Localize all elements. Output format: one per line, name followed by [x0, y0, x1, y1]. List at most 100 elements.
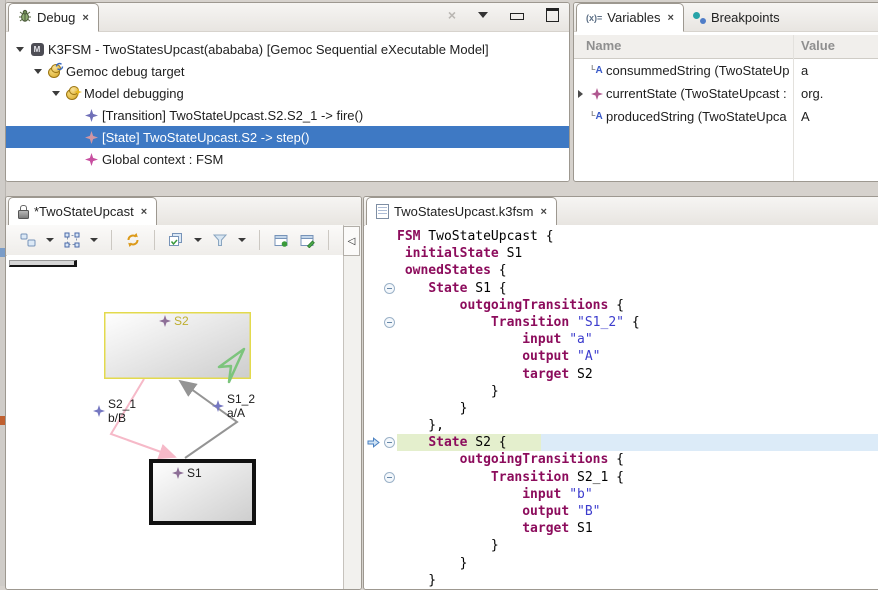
- tab-k3fsm-file[interactable]: TwoStatesUpcast.k3fsm: [366, 197, 557, 226]
- transition-label-S1_2[interactable]: S1_2a/A: [212, 392, 255, 420]
- gutter: [365, 228, 381, 245]
- code-line[interactable]: }: [365, 555, 878, 572]
- code-editor: TwoStatesUpcast.k3fsm FSM TwoStateUpcast…: [363, 196, 878, 590]
- fold-marker-icon[interactable]: [381, 469, 397, 486]
- code-line-current[interactable]: State S2 {: [365, 434, 878, 451]
- variable-value: org.: [801, 86, 823, 101]
- close-icon[interactable]: [141, 206, 147, 218]
- code-text: State S1 {: [397, 280, 507, 297]
- view-menu-icon[interactable]: [478, 12, 488, 18]
- tab-variables[interactable]: (x)= Variables: [576, 3, 684, 32]
- code-line[interactable]: outgoingTransitions {: [365, 451, 878, 468]
- diagram-canvas[interactable]: S2 S1 S2_1b/B S1_2a/A: [7, 255, 343, 589]
- code-line[interactable]: FSM TwoStateUpcast {: [365, 228, 878, 245]
- layers-dropdown-icon[interactable]: [194, 238, 202, 242]
- tab-breakpoints[interactable]: Breakpoints: [684, 4, 789, 31]
- code-area[interactable]: FSM TwoStateUpcast { initialState S1 own…: [365, 225, 878, 589]
- code-line[interactable]: Transition S2_1 {: [365, 469, 878, 486]
- minimize-icon[interactable]: [510, 13, 524, 20]
- gutter: [365, 348, 381, 365]
- tree-item-label: K3FSM - TwoStatesUpcast(abababa) [Gemoc …: [46, 42, 489, 57]
- gutter: [365, 297, 381, 314]
- code-text: Transition S2_1 {: [397, 469, 624, 486]
- tab-label: *TwoStateUpcast: [34, 204, 134, 219]
- filter-dropdown-icon[interactable]: [238, 238, 246, 242]
- gutter: [365, 555, 381, 572]
- gutter: [365, 331, 381, 348]
- tab-diagram[interactable]: *TwoStateUpcast: [8, 197, 157, 226]
- code-line[interactable]: Transition "S1_2" {: [365, 314, 878, 331]
- variable-row[interactable]: currentState (TwoStateUpcast :org.: [574, 82, 878, 105]
- arrange-all-icon[interactable]: [18, 229, 38, 251]
- transition-label-S2_1[interactable]: S2_1b/B: [93, 397, 136, 425]
- code-text: target S1: [397, 520, 593, 537]
- gutter: [365, 366, 381, 383]
- code-line[interactable]: target S2: [365, 366, 878, 383]
- state-label-S2[interactable]: S2: [159, 314, 189, 328]
- variable-row[interactable]: LAconsummedString (TwoStateUpa: [574, 59, 878, 82]
- tree-row[interactable]: Gemoc debug target: [6, 60, 569, 82]
- code-line[interactable]: input "a": [365, 331, 878, 348]
- close-icon[interactable]: [668, 12, 674, 24]
- state-node-S1[interactable]: [151, 461, 254, 523]
- code-line[interactable]: target S1: [365, 520, 878, 537]
- code-line[interactable]: initialState S1: [365, 245, 878, 262]
- tree-row[interactable]: MK3FSM - TwoStatesUpcast(abababa) [Gemoc…: [6, 38, 569, 60]
- code-line[interactable]: }: [365, 383, 878, 400]
- code-line[interactable]: State S1 {: [365, 280, 878, 297]
- palette-collapse-icon[interactable]: ◁: [343, 226, 360, 256]
- gutter: [381, 348, 397, 365]
- tree-row[interactable]: Model debugging: [6, 82, 569, 104]
- fold-marker-icon[interactable]: [381, 434, 397, 451]
- code-line[interactable]: },: [365, 417, 878, 434]
- code-line[interactable]: outgoingTransitions {: [365, 297, 878, 314]
- variable-row[interactable]: LAproducedString (TwoStateUpcaA: [574, 105, 878, 128]
- lock-icon: [18, 205, 29, 218]
- edit-view-icon[interactable]: [297, 229, 317, 251]
- code-line[interactable]: }: [365, 572, 878, 589]
- gutter: [381, 572, 397, 589]
- align-dropdown-icon[interactable]: [90, 238, 98, 242]
- code-text: Transition "S1_2" {: [397, 314, 640, 331]
- column-header-name[interactable]: Name: [586, 38, 621, 53]
- code-text: },: [397, 417, 444, 434]
- arrange-dropdown-icon[interactable]: [46, 238, 54, 242]
- instruction-pointer-icon: [365, 434, 381, 451]
- close-icon[interactable]: [82, 12, 88, 24]
- show-view-icon[interactable]: [271, 229, 291, 251]
- diagram-editor: *TwoStateUpcast: [5, 196, 362, 590]
- variable-value: a: [801, 63, 808, 78]
- code-text: input "b": [397, 486, 593, 503]
- debug-view-toolbar: [448, 8, 559, 22]
- close-icon[interactable]: [540, 206, 546, 218]
- filter-icon[interactable]: [210, 229, 230, 251]
- code-line[interactable]: ownedStates {: [365, 262, 878, 279]
- gutter: [365, 280, 381, 297]
- star-red-icon: [82, 129, 100, 145]
- tab-debug[interactable]: Debug: [8, 3, 99, 32]
- fold-marker-icon[interactable]: [381, 280, 397, 297]
- layers-icon[interactable]: [166, 229, 186, 251]
- code-text: State S2 {: [397, 434, 541, 451]
- refresh-icon[interactable]: [123, 229, 143, 251]
- gutter: [365, 469, 381, 486]
- code-line[interactable]: }: [365, 537, 878, 554]
- variable-name: consummedString (TwoStateUp: [606, 63, 792, 78]
- tree-row[interactable]: Global context : FSM: [6, 148, 569, 170]
- tree-row[interactable]: [Transition] TwoStateUpcast.S2.S2_1 -> f…: [6, 104, 569, 126]
- code-line[interactable]: output "B": [365, 503, 878, 520]
- remove-terminated-icon[interactable]: [448, 8, 456, 22]
- code-line[interactable]: }: [365, 400, 878, 417]
- column-header-value[interactable]: Value: [801, 38, 835, 53]
- align-icon[interactable]: [62, 229, 82, 251]
- fold-marker-icon[interactable]: [381, 314, 397, 331]
- gutter: [365, 245, 381, 262]
- state-label-S1[interactable]: S1: [172, 466, 202, 480]
- toolbar-separator: [111, 230, 112, 250]
- tree-row[interactable]: [State] TwoStateUpcast.S2 -> step(): [6, 126, 569, 148]
- code-line[interactable]: output "A": [365, 348, 878, 365]
- code-line[interactable]: input "b": [365, 486, 878, 503]
- variable-name: producedString (TwoStateUpca: [606, 109, 792, 124]
- tree-item-label: Model debugging: [82, 86, 184, 101]
- maximize-icon[interactable]: [546, 8, 559, 22]
